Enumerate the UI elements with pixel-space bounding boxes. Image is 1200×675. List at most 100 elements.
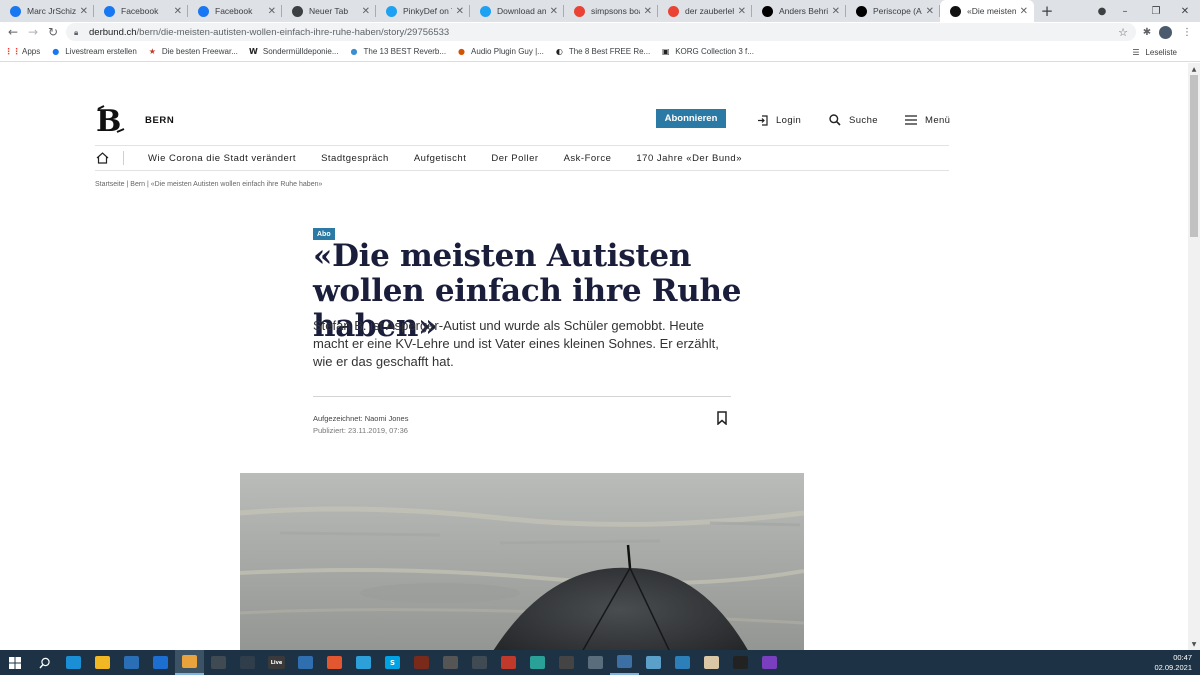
more-menu-icon[interactable]: ⋮ [1178, 22, 1196, 42]
home-button[interactable] [95, 152, 123, 164]
taskbar-app-button[interactable] [407, 650, 436, 675]
bookmark-item[interactable]: ◐ The 8 Best FREE Re... [555, 47, 650, 56]
close-tab-icon[interactable]: ✕ [644, 6, 652, 17]
nav-item[interactable]: Ask-Force [564, 153, 612, 164]
taskbar-app-button[interactable] [117, 650, 146, 675]
taskbar-app-button[interactable]: S [378, 650, 407, 675]
page-scrollbar[interactable]: ▲ ▼ [1188, 63, 1200, 650]
back-icon[interactable]: ← [3, 22, 23, 42]
taskbar-app-button[interactable] [639, 650, 668, 675]
scrollbar-thumb[interactable] [1190, 75, 1198, 237]
browser-tab[interactable]: Periscope (App) ✕ [846, 0, 940, 22]
bookmark-star-icon[interactable]: ☆ [1118, 26, 1128, 39]
maximize-icon[interactable]: ❐ [1141, 0, 1171, 22]
close-window-icon[interactable]: ✕ [1170, 0, 1200, 22]
close-tab-icon[interactable]: ✕ [80, 6, 88, 17]
taskbar-app-button[interactable] [436, 650, 465, 675]
nav-item[interactable]: Stadtgespräch [321, 153, 389, 164]
taskbar-app-button[interactable] [291, 650, 320, 675]
star-icon: ★ [148, 47, 156, 56]
login-button[interactable]: Login [757, 112, 801, 128]
browser-tab[interactable]: Facebook ✕ [188, 0, 282, 22]
taskbar-app-button[interactable] [552, 650, 581, 675]
close-tab-icon[interactable]: ✕ [268, 6, 276, 17]
minimize-icon[interactable]: – [1110, 0, 1140, 22]
taskbar-app-button[interactable] [349, 650, 378, 675]
taskbar-app-button[interactable] [320, 650, 349, 675]
app-icon [762, 656, 777, 669]
search-button[interactable]: Suche [829, 112, 878, 128]
taskbar-app-button[interactable] [59, 650, 88, 675]
taskbar-app-button[interactable] [581, 650, 610, 675]
close-tab-icon[interactable]: ✕ [456, 6, 464, 17]
close-tab-icon[interactable]: ✕ [1020, 6, 1028, 17]
taskbar-app-button[interactable]: Live [262, 650, 291, 675]
hamburger-icon [905, 115, 917, 125]
menu-button[interactable]: Menü [905, 112, 950, 128]
close-tab-icon[interactable]: ✕ [926, 6, 934, 17]
browser-tab[interactable]: simpsons boat g ✕ [564, 0, 658, 22]
extensions-icon[interactable]: ✱ [1138, 22, 1156, 42]
derbund-logo[interactable]: B [95, 105, 127, 135]
taskbar-search-button[interactable] [30, 650, 59, 675]
close-tab-icon[interactable]: ✕ [832, 6, 840, 17]
scroll-up-icon[interactable]: ▲ [1188, 63, 1200, 75]
lock-icon[interactable]: 🔒︎ [74, 28, 82, 37]
taskbar-app-button[interactable] [146, 650, 175, 675]
edition-label[interactable]: BERN [145, 115, 174, 126]
taskbar-app-button[interactable] [610, 650, 639, 675]
nav-item[interactable]: Wie Corona die Stadt verändert [148, 153, 296, 164]
taskbar-app-button[interactable] [88, 650, 117, 675]
taskbar-app-button[interactable] [523, 650, 552, 675]
breadcrumb[interactable]: Startseite | Bern | «Die meisten Autiste… [95, 181, 322, 188]
bookmark-item[interactable]: ★ Die besten Freewar... [148, 47, 238, 56]
close-tab-icon[interactable]: ✕ [550, 6, 558, 17]
cube-icon [588, 656, 603, 669]
nav-item[interactable]: Der Poller [491, 153, 538, 164]
close-tab-icon[interactable]: ✕ [174, 6, 182, 17]
taskbar-app-button[interactable] [668, 650, 697, 675]
tab-title: Neuer Tab [309, 6, 349, 16]
address-bar[interactable]: 🔒︎ derbund.ch/bern/die-meisten-autisten-… [66, 23, 1136, 41]
taskbar-app-button[interactable] [204, 650, 233, 675]
bookmark-item[interactable]: ● The 13 BEST Reverb... [349, 47, 446, 56]
url-path: /bern/die-meisten-autisten-wollen-einfac… [136, 26, 450, 38]
wikipedia-icon [856, 5, 867, 17]
windows-icon [9, 656, 21, 669]
forward-icon[interactable]: → [23, 22, 43, 42]
browser-tab[interactable]: «Die meisten Au ✕ [940, 0, 1034, 22]
taskbar-app-button[interactable] [494, 650, 523, 675]
browser-tab[interactable]: Neuer Tab ✕ [282, 0, 376, 22]
bookmark-item[interactable]: ● Audio Plugin Guy |... [457, 47, 544, 56]
close-tab-icon[interactable]: ✕ [738, 6, 746, 17]
apps-bookmark[interactable]: ⋮⋮ Apps [5, 47, 41, 56]
browser-tab[interactable]: Anders Behring ✕ [752, 0, 846, 22]
avatar[interactable] [1159, 26, 1172, 39]
reload-icon[interactable]: ↻ [43, 22, 63, 42]
browser-tab[interactable]: Facebook ✕ [94, 0, 188, 22]
taskbar-app-button[interactable] [465, 650, 494, 675]
taskbar-app-button[interactable] [697, 650, 726, 675]
nav-item[interactable]: 170 Jahre «Der Bund» [636, 153, 742, 164]
bookmark-item[interactable]: ● Livestream erstellen [51, 47, 137, 56]
new-tab-button[interactable]: + [1034, 0, 1060, 22]
browser-tab[interactable]: Download an ar ✕ [470, 0, 564, 22]
close-tab-icon[interactable]: ✕ [362, 6, 370, 17]
scroll-down-icon[interactable]: ▼ [1188, 638, 1200, 650]
nav-item[interactable]: Aufgetischt [414, 153, 467, 164]
browser-tab[interactable]: Marc JrSchizo Lu ✕ [0, 0, 94, 22]
taskbar-app-button[interactable] [175, 650, 204, 675]
taskbar-app-button[interactable] [726, 650, 755, 675]
bookmark-item[interactable]: W Sondermülldeponie... [249, 47, 339, 56]
system-clock[interactable]: 00:47 02.09.2021 [1154, 651, 1192, 675]
app-icon [327, 656, 342, 669]
reading-list-button[interactable]: ☰ Leseliste [1131, 42, 1177, 62]
taskbar-app-button[interactable] [233, 650, 262, 675]
taskbar-app-button[interactable] [755, 650, 784, 675]
browser-tab[interactable]: der zauberlehrli ✕ [658, 0, 752, 22]
browser-tab[interactable]: PinkyDef on Twi ✕ [376, 0, 470, 22]
subscribe-button[interactable]: Abonnieren [656, 109, 726, 128]
start-button[interactable] [0, 650, 30, 675]
bookmark-icon[interactable] [716, 411, 728, 425]
bookmark-item[interactable]: ▣ KORG Collection 3 f... [661, 47, 754, 56]
